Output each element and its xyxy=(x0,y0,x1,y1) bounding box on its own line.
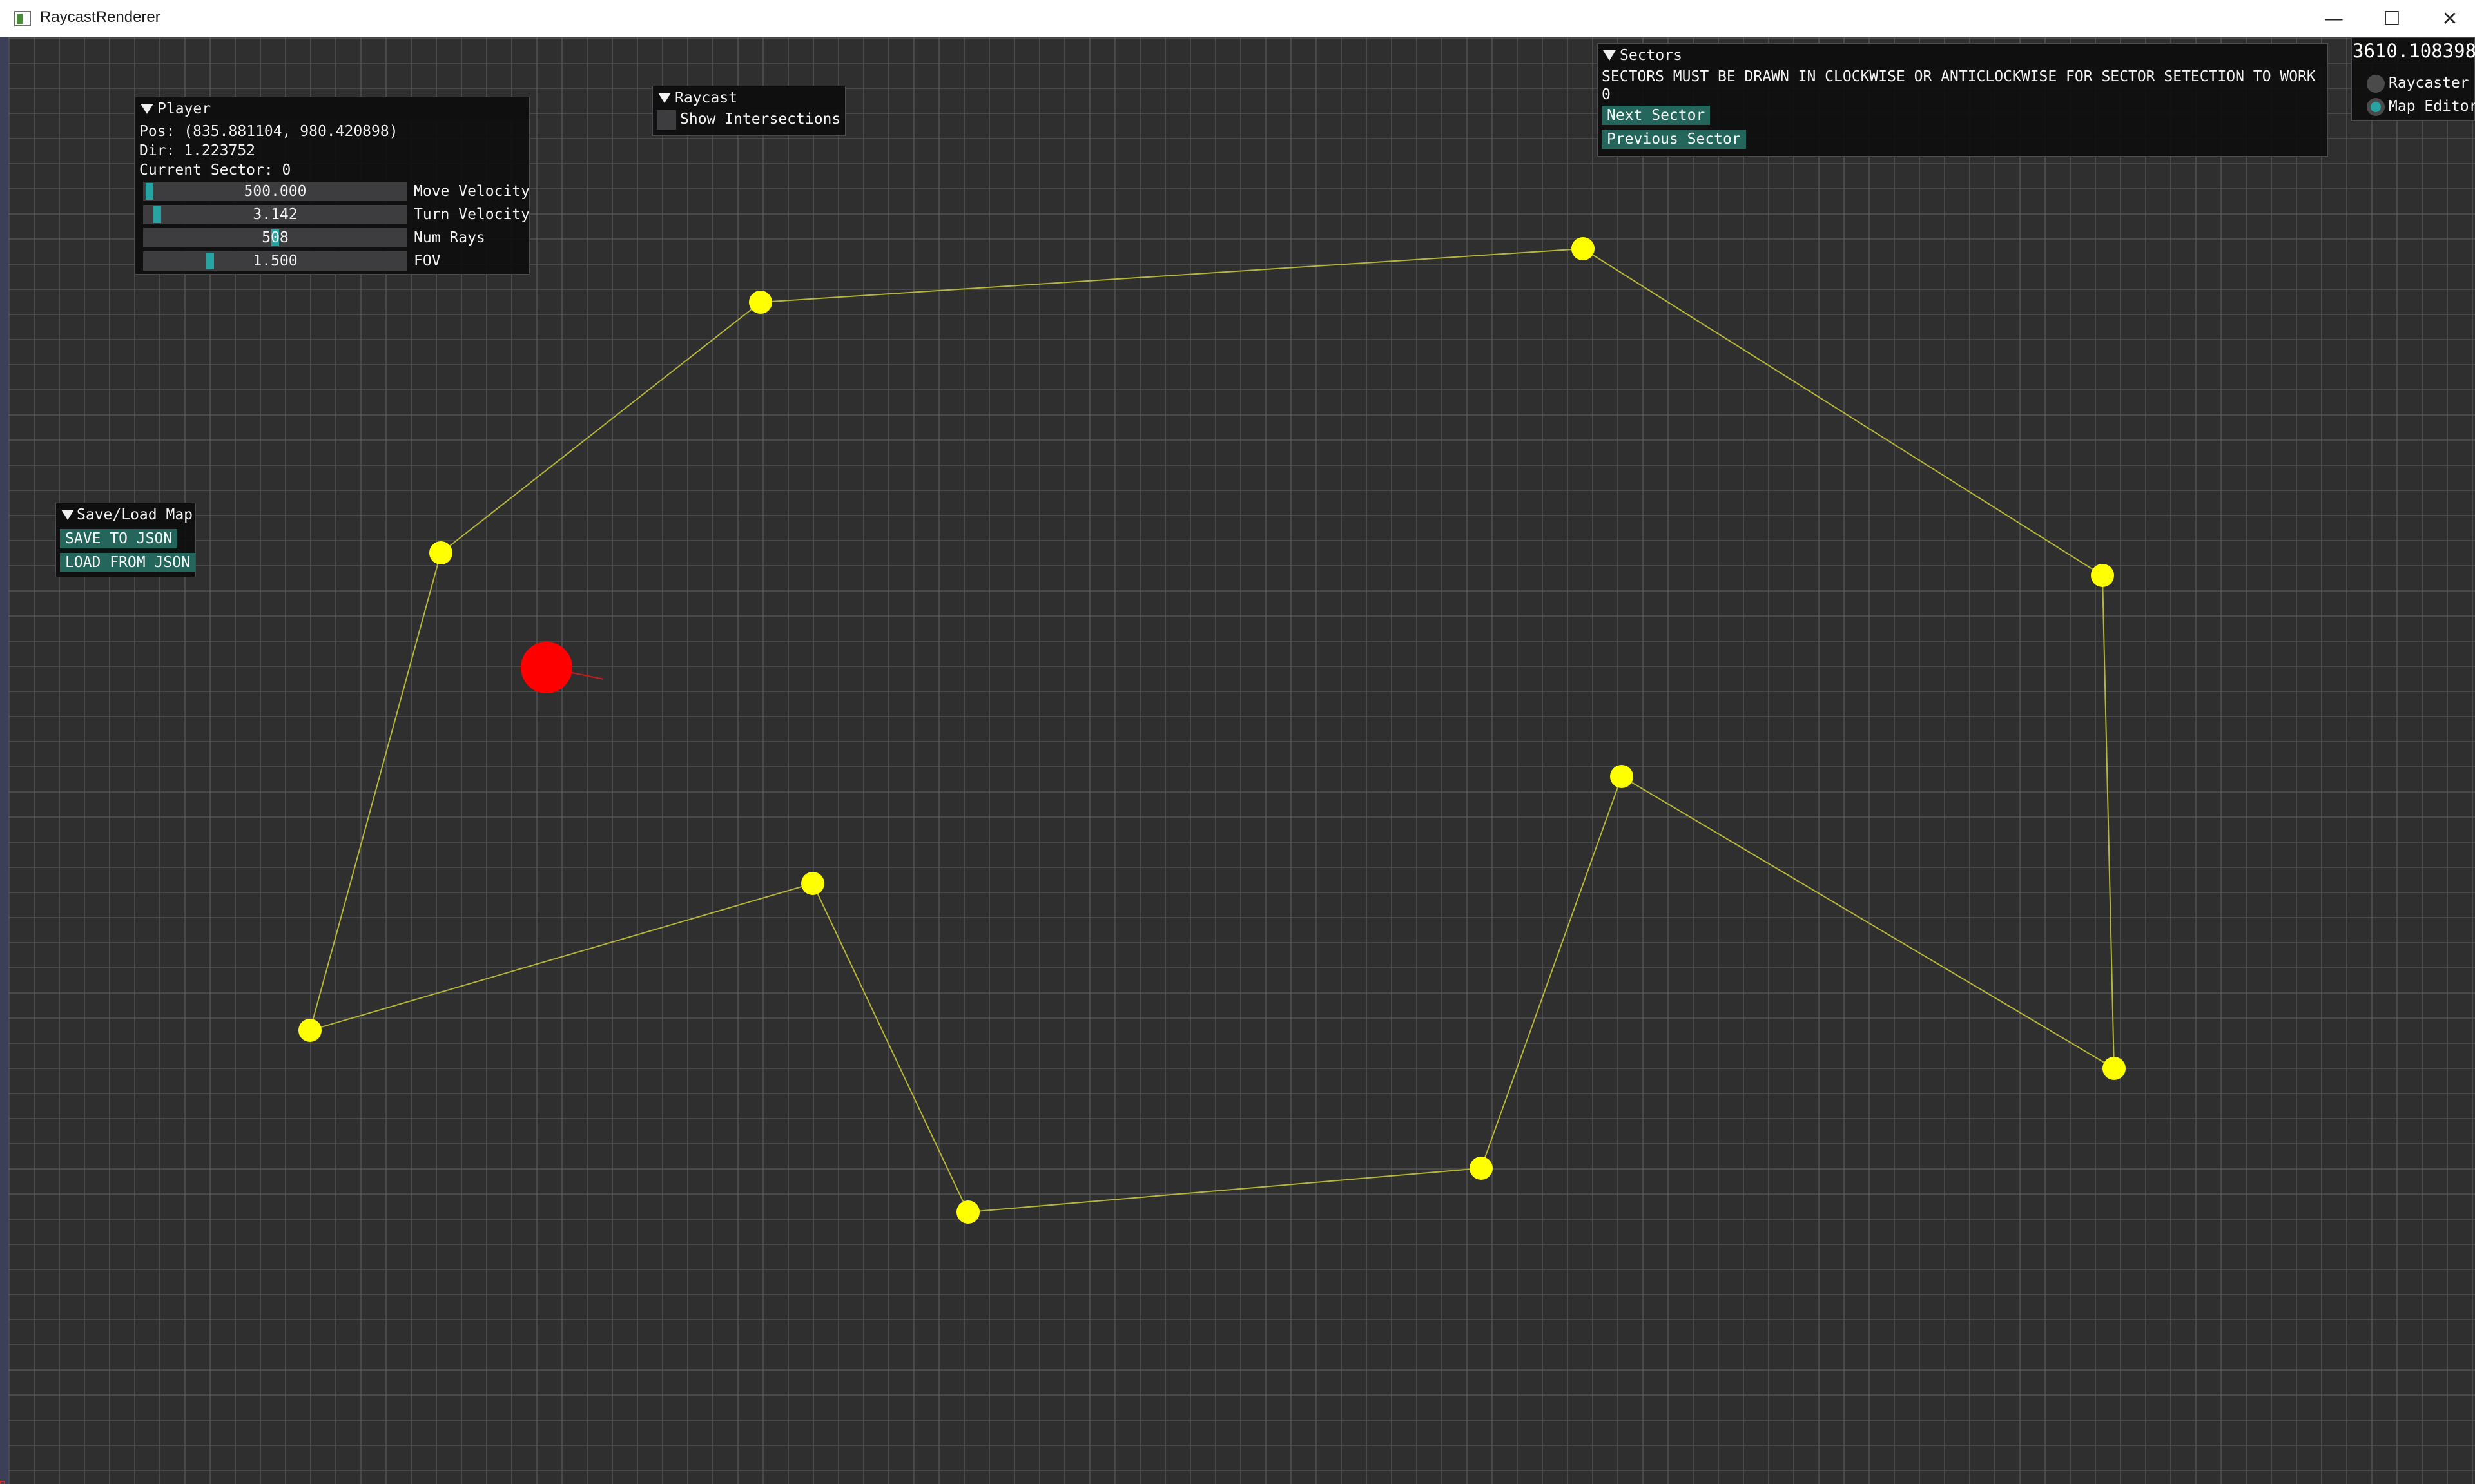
player-current-sector: Current Sector: 0 xyxy=(139,162,291,178)
sector-wall xyxy=(812,883,969,1213)
mode-option-label: Map Editor xyxy=(2389,98,2475,115)
sector-wall xyxy=(967,1168,1482,1213)
maximize-button[interactable]: ☐ xyxy=(2363,0,2421,37)
sectors-panel-title: Sectors xyxy=(1620,47,1682,64)
mode-option-raycaster[interactable]: Raycaster xyxy=(2367,72,2469,94)
sector-wall xyxy=(309,883,813,1031)
slider-label: Turn Velocity xyxy=(414,206,530,223)
slider-value: 3.142 xyxy=(253,206,298,223)
minimize-button[interactable]: — xyxy=(2305,0,2363,37)
fov-slider[interactable]: 1.500 xyxy=(143,251,407,271)
sector-instructions: SECTORS MUST BE DRAWN IN CLOCKWISE OR AN… xyxy=(1602,68,2316,85)
collapse-triangle-icon[interactable] xyxy=(141,104,153,114)
slider-label: FOV xyxy=(414,253,441,269)
sector-vertex[interactable] xyxy=(1571,237,1595,260)
raycaster-radio[interactable] xyxy=(2367,74,2385,93)
move-velocity-row: 500.000 Move Velocity xyxy=(139,180,530,203)
sector-wall xyxy=(760,248,1584,303)
map-editor-radio[interactable] xyxy=(2367,97,2385,116)
current-sector-index: 0 xyxy=(1602,86,1611,103)
frame-marker xyxy=(0,1481,5,1484)
player-direction: Dir: 1.223752 xyxy=(139,142,256,159)
window-title: RaycastRenderer xyxy=(40,8,160,26)
show-intersections-row[interactable]: Show Intersections xyxy=(657,110,841,130)
slider-value: 508 xyxy=(262,229,289,246)
sector-wall xyxy=(309,552,442,1031)
sector-wall xyxy=(440,302,761,554)
sector-wall xyxy=(1480,776,1622,1169)
sector-vertex[interactable] xyxy=(429,541,452,564)
sectors-panel[interactable]: Sectors SECTORS MUST BE DRAWN IN CLOCKWI… xyxy=(1597,43,2328,157)
sector-wall xyxy=(1621,776,2115,1069)
slider-value: 500.000 xyxy=(244,183,307,200)
sector-wall xyxy=(2102,575,2115,1069)
app-icon xyxy=(14,11,31,26)
fov-row: 1.500 FOV xyxy=(139,249,525,273)
next-sector-button[interactable]: Next Sector xyxy=(1602,106,1711,125)
mode-option-label: Raycaster xyxy=(2389,75,2469,92)
num-rays-slider[interactable]: 508 xyxy=(143,228,407,247)
save-load-panel-header[interactable]: Save/Load Map xyxy=(56,503,195,526)
fps-readout: 3610.108398 xyxy=(2353,40,2475,62)
sector-vertex[interactable] xyxy=(2091,564,2114,587)
sector-vertex[interactable] xyxy=(1610,765,1633,788)
collapse-triangle-icon[interactable] xyxy=(658,93,671,103)
player-panel-title: Player xyxy=(157,101,211,117)
player-marker[interactable] xyxy=(521,642,572,693)
mode-option-map-editor[interactable]: Map Editor xyxy=(2367,95,2475,117)
save-to-json-button[interactable]: SAVE TO JSON xyxy=(60,529,178,548)
move-velocity-slider[interactable]: 500.000 xyxy=(143,182,407,201)
previous-sector-button[interactable]: Previous Sector xyxy=(1602,130,1746,149)
sector-vertex[interactable] xyxy=(801,872,824,895)
close-button[interactable]: ✕ xyxy=(2421,0,2475,37)
player-panel-header[interactable]: Player xyxy=(135,97,529,120)
player-panel[interactable]: Player Pos: (835.881104, 980.420898) Dir… xyxy=(135,97,530,275)
sectors-panel-header[interactable]: Sectors xyxy=(1598,44,2327,67)
slider-label: Move Velocity xyxy=(414,183,530,200)
sector-wall xyxy=(1582,248,2103,576)
collapse-triangle-icon[interactable] xyxy=(1603,50,1616,61)
slider-value: 1.500 xyxy=(253,253,298,269)
collapse-triangle-icon[interactable] xyxy=(61,510,74,520)
sector-vertex[interactable] xyxy=(749,291,772,314)
turn-velocity-slider[interactable]: 3.142 xyxy=(143,205,407,224)
load-from-json-button[interactable]: LOAD FROM JSON xyxy=(60,553,195,572)
window-titlebar[interactable]: RaycastRenderer — ☐ ✕ xyxy=(0,0,2475,37)
num-rays-row: 508 Num Rays xyxy=(139,226,525,249)
raycast-panel[interactable]: Raycast Show Intersections xyxy=(652,86,846,136)
sector-vertex[interactable] xyxy=(2102,1057,2126,1080)
slider-label: Num Rays xyxy=(414,229,485,246)
show-intersections-checkbox[interactable] xyxy=(657,110,676,130)
raycast-panel-header[interactable]: Raycast xyxy=(653,86,845,110)
show-intersections-label: Show Intersections xyxy=(680,111,841,128)
player-position: Pos: (835.881104, 980.420898) xyxy=(139,123,398,140)
save-load-panel-title: Save/Load Map xyxy=(77,506,193,523)
sector-vertex[interactable] xyxy=(1470,1157,1493,1180)
sector-vertex[interactable] xyxy=(956,1200,980,1224)
window-frame-edge xyxy=(0,37,8,1484)
raycast-panel-title: Raycast xyxy=(675,90,737,106)
sector-vertex[interactable] xyxy=(298,1019,322,1042)
turn-velocity-row: 3.142 Turn Velocity xyxy=(139,203,530,226)
save-load-panel[interactable]: Save/Load Map SAVE TO JSON LOAD FROM JSO… xyxy=(55,503,196,577)
